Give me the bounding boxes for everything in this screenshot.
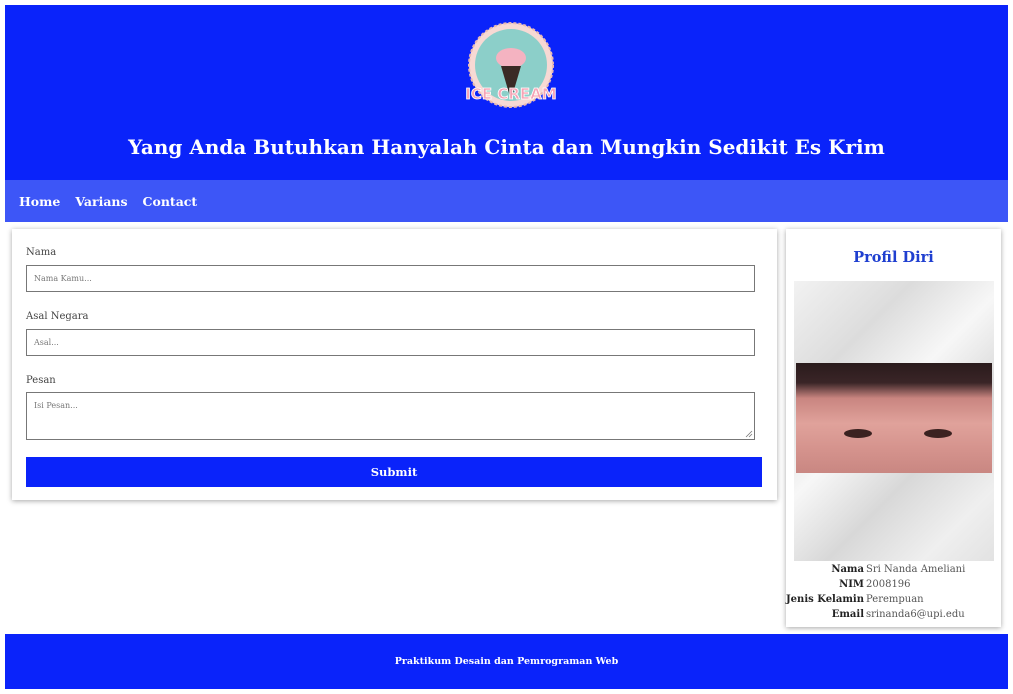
ice-cream-logo: ICE CREAM bbox=[465, 22, 557, 108]
profile-row-nim: NIM 2008196 bbox=[786, 577, 1001, 592]
profile-face-image bbox=[796, 363, 992, 473]
profile-key: Nama bbox=[831, 564, 864, 575]
pesan-placeholder: Isi Pesan... bbox=[34, 401, 78, 410]
asal-negara-input[interactable]: Asal... bbox=[26, 329, 755, 356]
profile-photo bbox=[794, 281, 994, 561]
main-nav: Home Varians Contact bbox=[5, 180, 1008, 222]
profile-title: Profil Diri bbox=[853, 249, 934, 266]
profile-key: Email bbox=[831, 609, 864, 620]
right-eye bbox=[924, 429, 952, 438]
nav-contact-link[interactable]: Contact bbox=[143, 194, 198, 209]
left-eye bbox=[844, 429, 872, 438]
profile-row-nama: Nama Sri Nanda Ameliani bbox=[786, 562, 1001, 577]
site-footer: Praktikum Desain dan Pemrograman Web bbox=[5, 634, 1008, 689]
submit-button[interactable]: Submit bbox=[26, 457, 762, 487]
profile-value: Sri Nanda Ameliani bbox=[866, 564, 966, 575]
svg-text:ICE CREAM: ICE CREAM bbox=[465, 85, 556, 103]
nama-label: Nama bbox=[26, 247, 57, 258]
profile-value: srinanda6@upi.edu bbox=[866, 609, 965, 620]
profile-key: NIM bbox=[839, 579, 864, 590]
pesan-textarea[interactable]: Isi Pesan... bbox=[26, 392, 755, 440]
nav-varians-link[interactable]: Varians bbox=[75, 194, 127, 209]
pesan-label: Pesan bbox=[26, 375, 56, 386]
contact-form-card: Nama Nama Kamu... Asal Negara Asal... Pe… bbox=[12, 229, 777, 500]
profile-key: Jenis Kelamin bbox=[785, 594, 864, 605]
nama-input[interactable]: Nama Kamu... bbox=[26, 265, 755, 292]
profile-row-email: Email srinanda6@upi.edu bbox=[786, 607, 1001, 622]
profile-value: 2008196 bbox=[866, 579, 911, 590]
profile-value: Perempuan bbox=[866, 594, 924, 605]
site-tagline: Yang Anda Butuhkan Hanyalah Cinta dan Mu… bbox=[128, 135, 885, 159]
profile-row-gender: Jenis Kelamin Perempuan bbox=[786, 592, 1001, 607]
asal-negara-label: Asal Negara bbox=[26, 311, 89, 322]
resize-grip-icon[interactable] bbox=[745, 430, 753, 438]
profile-card: Profil Diri Nama Sri Nanda Ameliani NIM … bbox=[786, 229, 1001, 627]
nav-home-link[interactable]: Home bbox=[19, 194, 60, 209]
site-header: ICE CREAM Yang Anda Butuhkan Hanyalah Ci… bbox=[5, 5, 1008, 180]
profile-info: Nama Sri Nanda Ameliani NIM 2008196 Jeni… bbox=[786, 562, 1001, 622]
